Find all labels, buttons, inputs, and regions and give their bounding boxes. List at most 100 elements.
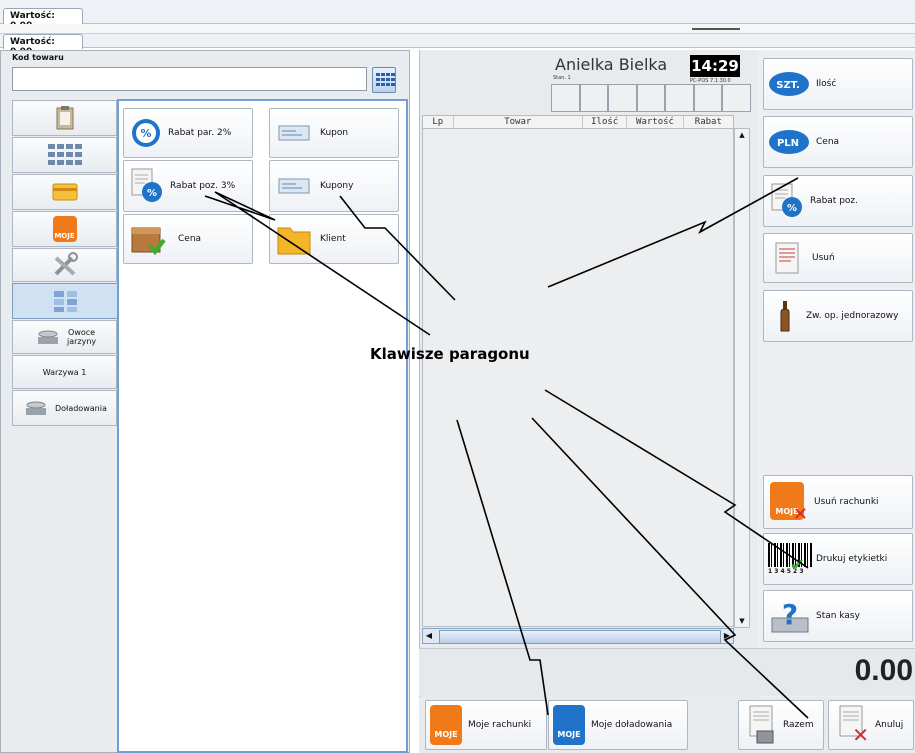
value-tab[interactable]: Wartość: 0.00 xyxy=(3,34,83,57)
status-box xyxy=(665,84,694,112)
zw-op-button[interactable]: Zw. op. jednorazowy xyxy=(763,290,913,342)
col-rabat[interactable]: Rabat xyxy=(684,116,733,128)
scroll-left-arrow[interactable]: ◀ xyxy=(423,629,435,643)
receipt-cancel-icon: ✕ xyxy=(837,705,869,745)
annotation-label: Klawisze paragonu xyxy=(370,345,530,363)
receipt-grid-header: Lp Towar Ilość Wartość Rabat xyxy=(422,115,734,129)
moje-doladowania-label: Moje doładowania xyxy=(591,720,673,730)
ilosc-button[interactable]: SZT. Ilość xyxy=(763,58,913,110)
key-dot xyxy=(391,83,395,86)
cena-label: Cena xyxy=(816,137,840,147)
svg-text:%: % xyxy=(147,188,157,199)
rabat-poz-button[interactable]: % Rabat poz. xyxy=(763,175,913,227)
usun-rachunki-label: Usuń rachunki xyxy=(814,497,879,507)
moje-rachunki-label: Moje rachunki xyxy=(468,720,532,730)
check-icon: ✔ xyxy=(790,555,806,576)
cena-key-button[interactable]: Cena xyxy=(123,214,253,264)
tab-receipt-keys[interactable] xyxy=(12,283,119,319)
status-box xyxy=(722,84,752,112)
tab-owoce-label: Owoce jarzyny xyxy=(67,328,97,346)
key-dot xyxy=(381,83,385,86)
separator-bar xyxy=(0,24,915,34)
moje-doladowania-button[interactable]: MOJE Moje doładowania xyxy=(548,700,688,750)
cena-key-label: Cena xyxy=(178,234,202,244)
klient-label: Klient xyxy=(320,234,346,244)
scroll-down-arrow[interactable]: ▼ xyxy=(735,615,749,627)
key-dot xyxy=(386,78,390,81)
rabat-poz-label: Rabat poz. xyxy=(810,196,858,206)
horizontal-scrollbar[interactable]: ◀ ▶ xyxy=(422,628,734,644)
receipt-grid[interactable] xyxy=(422,129,734,627)
tab-keypad[interactable] xyxy=(12,137,117,173)
tab-card[interactable] xyxy=(12,174,117,210)
col-lp[interactable]: Lp xyxy=(423,116,454,128)
razem-label: Razem xyxy=(783,720,814,730)
svg-text:%: % xyxy=(787,203,797,214)
tab-doladowania[interactable]: Doładowania xyxy=(12,390,117,426)
total-area xyxy=(419,648,915,696)
receipt-icon xyxy=(775,242,799,274)
red-x-icon: ✕ xyxy=(792,504,808,525)
status-box xyxy=(693,84,723,112)
tab-warzywa[interactable]: Warzywa 1 xyxy=(12,355,117,389)
stan-kasy-button[interactable]: ? Stan kasy xyxy=(763,590,913,642)
moje-rachunki-button[interactable]: MOJE Moje rachunki xyxy=(425,700,547,750)
key-dot xyxy=(376,78,380,81)
kupon-button[interactable]: Kupon xyxy=(269,108,399,158)
folder-icon xyxy=(277,227,311,255)
separator-handle[interactable] xyxy=(692,28,740,30)
rabat-poz-key-label: Rabat poz. 3% xyxy=(170,181,236,191)
scroll-up-arrow[interactable]: ▲ xyxy=(735,129,749,141)
usun-rachunki-button[interactable]: MOJE ✕ Usuń rachunki xyxy=(763,475,913,529)
tab-moje[interactable]: MOJE xyxy=(12,211,117,247)
clock: 14:29 xyxy=(690,55,740,77)
col-towar[interactable]: Towar xyxy=(454,116,583,128)
szt-icon: SZT. xyxy=(769,72,809,96)
status-box xyxy=(608,84,637,112)
scroll-right-arrow[interactable]: ▶ xyxy=(721,629,733,643)
moje-text: MOJE xyxy=(54,232,75,240)
coupon-icon xyxy=(278,125,310,141)
razem-button[interactable]: Razem xyxy=(738,700,824,750)
tab-clipboard[interactable] xyxy=(12,100,117,136)
moje-text: MOJE xyxy=(434,730,458,739)
kupony-button[interactable]: Kupony xyxy=(269,160,399,212)
key-dot xyxy=(386,83,390,86)
keypad-button[interactable] xyxy=(372,67,396,93)
key-dot xyxy=(381,73,385,76)
anuluj-label: Anuluj xyxy=(875,720,904,730)
moje-icon: MOJE xyxy=(52,216,77,242)
status-box xyxy=(579,84,609,112)
rabat-par-button[interactable]: % Rabat par. 2% xyxy=(123,108,253,158)
percent-badge-icon: % xyxy=(132,119,160,147)
usun-button[interactable]: Usuń xyxy=(763,233,913,283)
zw-op-label: Zw. op. jednorazowy xyxy=(806,311,899,321)
scroll-thumb[interactable] xyxy=(439,630,721,644)
card-icon xyxy=(52,183,77,201)
tab-tools[interactable] xyxy=(12,248,117,282)
receipt-keys-icon xyxy=(53,291,77,312)
key-dot xyxy=(386,73,390,76)
klient-button[interactable]: Klient xyxy=(269,214,399,264)
status-boxes xyxy=(551,84,752,112)
barcode-icon: 1 3 4 5 2 3 ✔ xyxy=(768,539,812,579)
coupons-icon xyxy=(278,178,310,194)
stan-kasy-label: Stan kasy xyxy=(816,611,860,621)
key-dot xyxy=(376,73,380,76)
scale-icon xyxy=(38,330,58,344)
tab-owoce[interactable]: Owoce jarzyny xyxy=(12,320,117,354)
anuluj-button[interactable]: ✕ Anuluj xyxy=(828,700,914,750)
moje-orange-icon: MOJE xyxy=(430,705,462,745)
vertical-scrollbar[interactable]: ▲ ▼ xyxy=(734,128,750,628)
tab-warzywa-label: Warzywa 1 xyxy=(42,367,87,377)
drukuj-etykietki-button[interactable]: 1 3 4 5 2 3 ✔ Drukuj etykietki xyxy=(763,533,913,585)
col-ilosc[interactable]: Ilość xyxy=(583,116,628,128)
col-wartosc[interactable]: Wartość xyxy=(627,116,684,128)
red-x-icon: ✕ xyxy=(852,723,869,747)
code-input[interactable] xyxy=(12,67,367,91)
cena-button[interactable]: PLN Cena xyxy=(763,116,913,168)
top-tabstrip xyxy=(0,0,915,24)
pln-text: PLN xyxy=(777,138,799,149)
value-tab-top[interactable]: Wartość: 0.00 xyxy=(3,8,83,31)
rabat-poz-key-button[interactable]: % Rabat poz. 3% xyxy=(123,160,253,212)
